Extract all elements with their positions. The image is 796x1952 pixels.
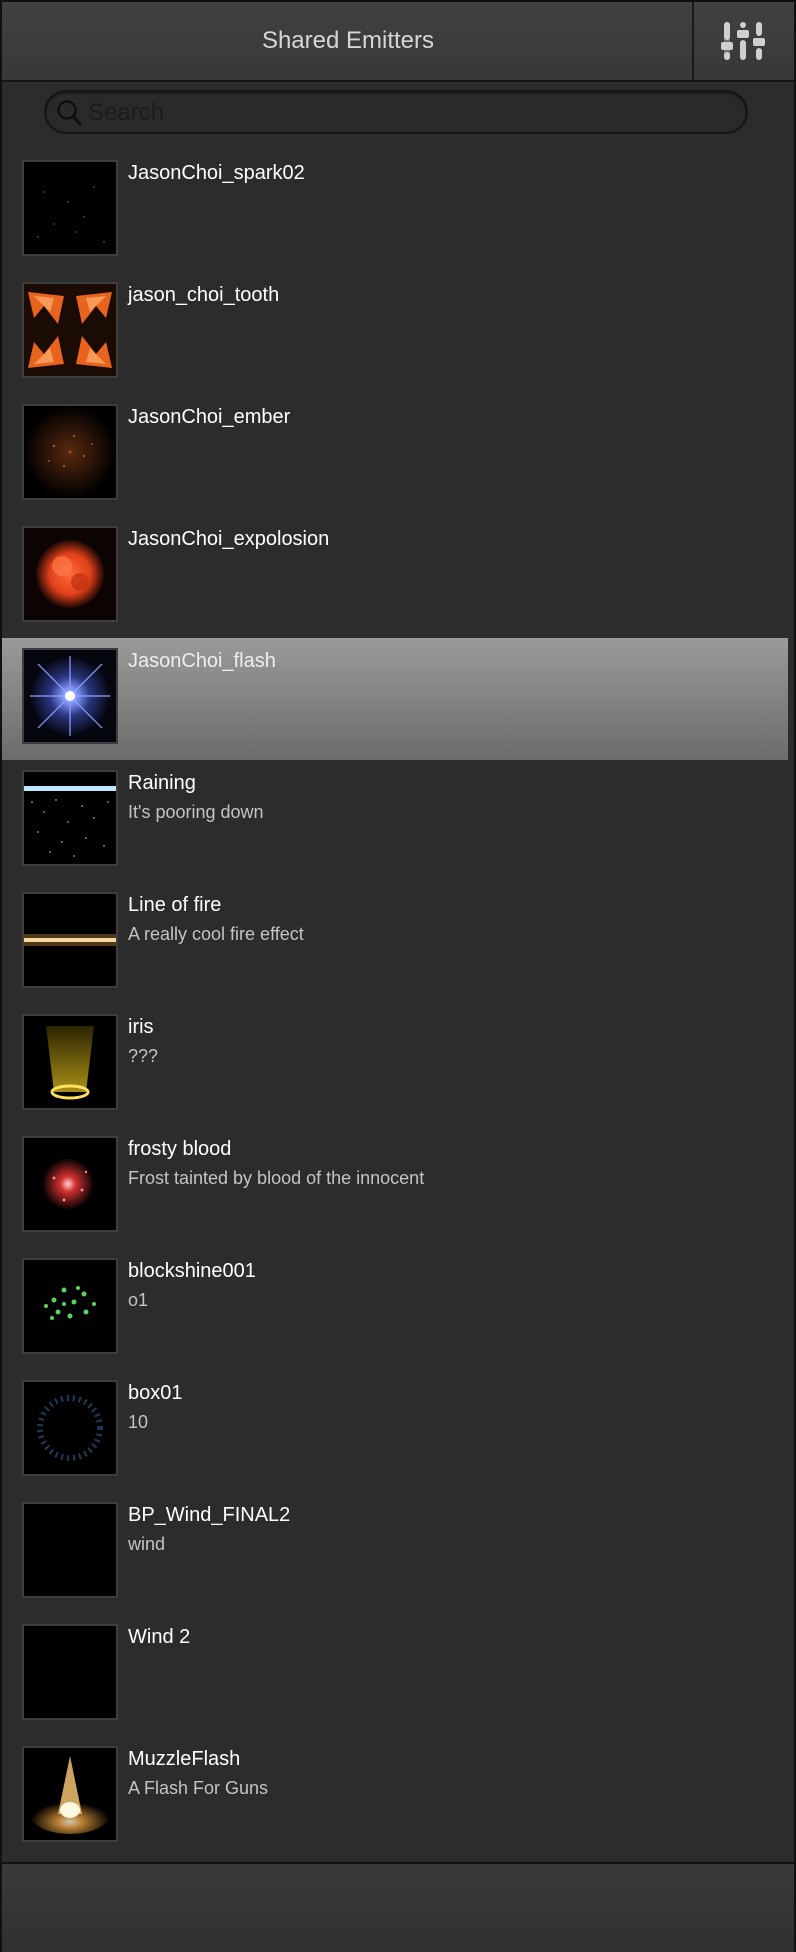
emitter-thumbnail (22, 1624, 118, 1720)
list-item[interactable]: JasonChoi_spark02 (2, 150, 788, 272)
search-bar (2, 82, 794, 142)
emitter-description: A Flash For Guns (128, 1778, 269, 1798)
emitter-name: Raining (128, 772, 196, 794)
emitter-description: A really cool fire effect (128, 924, 304, 944)
search-icon (57, 100, 82, 126)
emitter-name: JasonChoi_flash (128, 650, 276, 672)
emitter-description: Frost tainted by blood of the innocent (128, 1168, 425, 1188)
emitter-name: frosty blood (128, 1138, 232, 1160)
emitter-thumbnail (22, 1380, 118, 1476)
emitter-thumbnail (22, 160, 118, 256)
emitter-name: jason_choi_tooth (128, 284, 280, 306)
emitter-name: blockshine001 (128, 1260, 256, 1282)
emitter-thumbnail (22, 892, 118, 988)
emitter-thumbnail (22, 1502, 118, 1598)
emitter-name: MuzzleFlash (128, 1748, 241, 1770)
emitter-thumbnail (22, 1746, 118, 1842)
list-item[interactable]: MuzzleFlash A Flash For Guns (2, 1736, 788, 1858)
footer-bar (2, 1862, 794, 1952)
emitter-thumbnail (22, 404, 118, 500)
list-item[interactable]: JasonChoi_flash (2, 638, 788, 760)
list-item[interactable]: box01 10 (2, 1370, 788, 1492)
emitter-thumbnail (22, 1258, 118, 1354)
emitter-thumbnail (22, 770, 118, 866)
emitter-name: BP_Wind_FINAL2 (128, 1504, 291, 1526)
list-item[interactable]: frosty blood Frost tainted by blood of th… (2, 1126, 788, 1248)
emitter-name: Line of fire (128, 894, 222, 916)
emitter-description: 10 (128, 1412, 149, 1432)
list-item[interactable]: iris??? (2, 1004, 788, 1126)
list-item[interactable]: Line of fire A really cool fire effect (2, 882, 788, 1004)
list-item[interactable]: Wind 2 (2, 1614, 788, 1736)
emitter-thumbnail (22, 282, 118, 378)
emitter-description: It's pooring down (128, 802, 264, 822)
settings-button[interactable] (692, 2, 794, 80)
emitter-name: JasonChoi_ember (128, 406, 291, 428)
emitter-description: wind (128, 1534, 166, 1554)
emitter-name: box01 (128, 1382, 183, 1404)
emitter-name: iris (128, 1016, 154, 1038)
list-item[interactable]: Raining It's pooring down (2, 760, 788, 882)
title-bar: Shared Emitters (2, 2, 794, 82)
list-item[interactable]: BP_Wind_FINAL2wind (2, 1492, 788, 1614)
emitter-thumbnail (22, 1014, 118, 1110)
list-item[interactable]: JasonChoi_expolosion (2, 516, 788, 638)
list-item[interactable]: JasonChoi_ember (2, 394, 788, 516)
search-input[interactable] (86, 96, 730, 130)
panel-title: Shared Emitters (261, 27, 435, 54)
search-field[interactable] (44, 90, 748, 134)
emitter-thumbnail (22, 648, 118, 744)
emitter-thumbnail (22, 1136, 118, 1232)
emitter-description: ??? (128, 1046, 159, 1066)
emitter-list: JasonChoi_spark02 jason_choi_tooth JasonCh… (2, 150, 794, 1862)
list-item[interactable]: jason_choi_tooth (2, 272, 788, 394)
shared-emitters-panel: Shared Emitters Search JasonChoi_spark02… (0, 0, 796, 1952)
list-item[interactable]: blockshine001 o1 (2, 1248, 788, 1370)
emitter-thumbnail (22, 526, 118, 622)
emitter-name: Wind 2 (128, 1626, 191, 1648)
emitter-name: JasonChoi_spark02 (128, 162, 305, 184)
emitter-description: o1 (128, 1290, 149, 1310)
emitter-name: JasonChoi_expolosion (128, 528, 330, 550)
sliders-icon (721, 22, 765, 60)
